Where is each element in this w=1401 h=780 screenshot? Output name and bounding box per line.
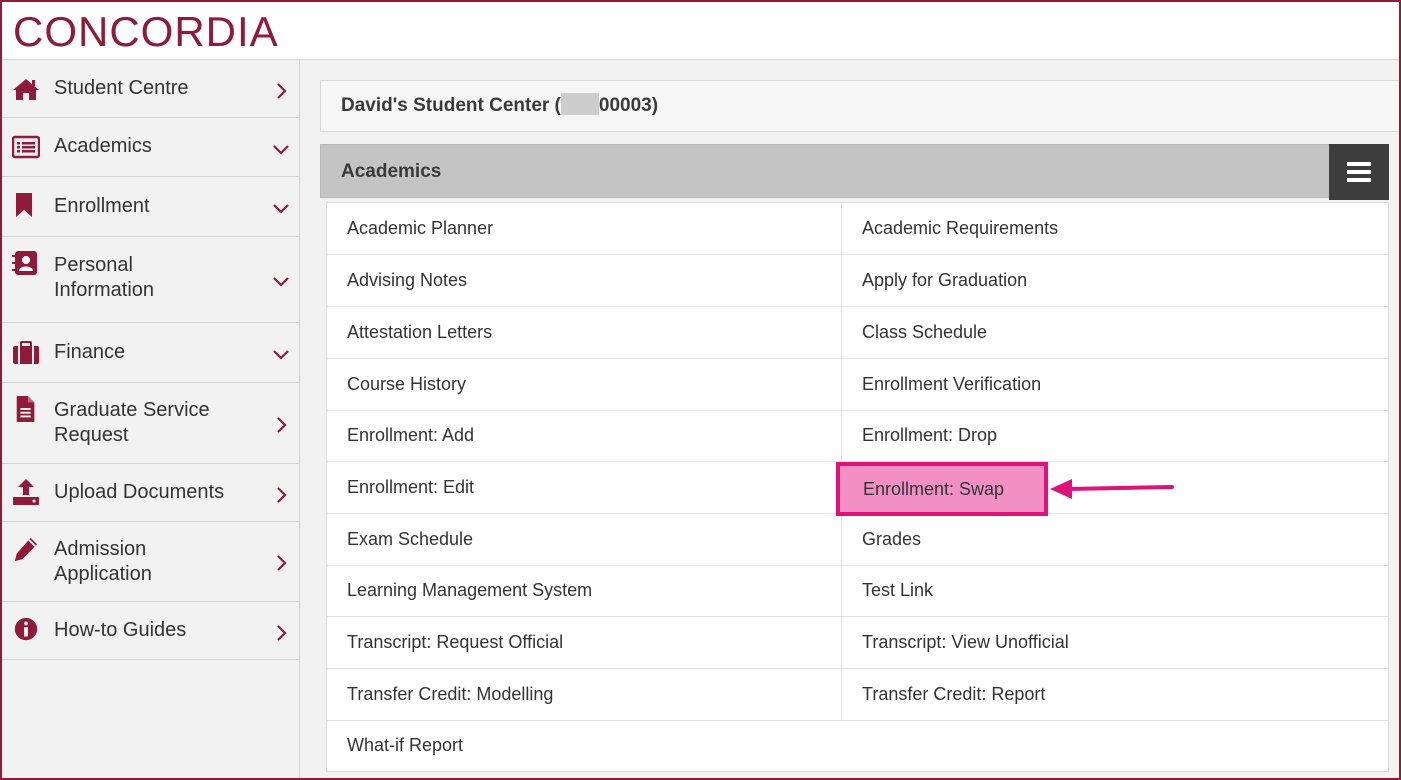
sidebar-item-label: Upload Documents [54,481,225,503]
sidebar-item-finance[interactable]: Finance [2,323,300,383]
annotation-arrow-icon [1050,479,1174,499]
chevron-right-icon [277,83,287,99]
link-enrollment-add[interactable]: Enrollment: Add [327,410,842,461]
student-center-title: David's Student Center ( [341,95,561,116]
link-academic-planner[interactable]: Academic Planner [327,203,842,254]
hamburger-icon-bar [1347,178,1371,182]
bookmark-icon [16,193,32,217]
academics-section-header: Academics [320,144,1389,200]
sidebar-item-label: How-to Guides [54,619,187,641]
link-exam-schedule[interactable]: Exam Schedule [327,514,842,565]
sidebar-item-label: Graduate Service Request [54,399,210,446]
table-row: Transfer Credit: Modelling Transfer Cred… [327,669,1388,721]
chevron-right-icon [277,417,287,433]
address-book-icon [12,251,37,275]
sidebar-item-graduate-service-request[interactable]: Graduate Service Request [2,383,300,464]
link-what-if-report[interactable]: What-if Report [327,720,842,771]
chevron-down-icon [273,145,289,155]
link-class-schedule[interactable]: Class Schedule [842,307,1388,358]
student-center-header: David's Student Center ( 00003) [320,80,1399,132]
upload-icon [13,479,39,505]
chevron-right-icon [277,555,287,571]
home-icon [13,79,39,100]
chevron-down-icon [273,277,289,287]
link-course-history[interactable]: Course History [327,359,842,410]
link-academic-requirements[interactable]: Academic Requirements [842,203,1388,254]
link-enrollment-edit[interactable]: Enrollment: Edit [327,462,842,513]
table-row: Transcript: Request Official Transcript:… [327,617,1388,669]
link-enrollment-verification[interactable]: Enrollment Verification [842,359,1388,410]
chevron-right-icon [277,487,287,503]
table-row: Enrollment: Add Enrollment: Drop [327,410,1388,462]
sidebar-item-label: Finance [54,341,126,363]
concordia-logo[interactable]: CONCORDIA [13,8,279,56]
sidebar-item-label: Personal Information [54,254,155,301]
sidebar-item-label: Academics [54,135,152,157]
hamburger-menu-button[interactable] [1329,144,1389,200]
sidebar: Student Centre Academics Enrollment Pers… [2,60,300,778]
link-enrollment-swap[interactable]: Enrollment: Swap [836,462,1048,516]
link-transcript-request-official[interactable]: Transcript: Request Official [327,617,842,668]
sidebar-item-label: Enrollment [54,195,150,217]
link-transfer-credit-modelling[interactable]: Transfer Credit: Modelling [327,669,842,720]
table-row: Learning Management System Test Link [327,565,1388,617]
sidebar-item-academics[interactable]: Academics [2,118,300,177]
table-row: Exam Schedule Grades [327,514,1388,566]
link-enrollment-drop[interactable]: Enrollment: Drop [842,410,1388,461]
link-apply-for-graduation[interactable]: Apply for Graduation [842,255,1388,306]
link-transcript-view-unofficial[interactable]: Transcript: View Unofficial [842,617,1388,668]
academics-title: Academics [341,161,442,182]
sidebar-item-how-to-guides[interactable]: How-to Guides [2,602,300,660]
info-icon [14,617,38,641]
sidebar-item-admission-application[interactable]: Admission Application [2,522,300,602]
table-row: Course History Enrollment Verification [327,359,1388,411]
table-row: Academic Planner Academic Requirements [327,203,1388,255]
sidebar-item-label: Student Centre [54,77,189,99]
redacted-id [560,93,599,115]
link-grades[interactable]: Grades [842,514,1388,565]
link-test-link[interactable]: Test Link [842,565,1388,616]
sidebar-item-enrollment[interactable]: Enrollment [2,177,300,237]
table-row: Attestation Letters Class Schedule [327,307,1388,359]
chevron-right-icon [277,625,287,641]
link-attestation-letters[interactable]: Attestation Letters [327,307,842,358]
link-transfer-credit-report[interactable]: Transfer Credit: Report [842,669,1388,720]
link-advising-notes[interactable]: Advising Notes [327,255,842,306]
student-id-suffix: 00003) [598,95,659,116]
sidebar-item-upload-documents[interactable]: Upload Documents [2,464,300,522]
sidebar-item-personal-information[interactable]: Personal Information [2,237,300,323]
chevron-down-icon [273,350,289,360]
top-header: CONCORDIA [2,2,1399,60]
sidebar-item-label: Admission Application [54,538,152,585]
sidebar-item-student-centre[interactable]: Student Centre [2,60,300,118]
pencil-icon [14,537,38,562]
document-icon [16,396,35,422]
table-row: What-if Report [327,720,1388,772]
chevron-down-icon [273,204,289,214]
briefcase-icon [13,341,39,364]
list-card-icon [12,135,40,159]
main-content: David's Student Center ( 00003) Academics… [300,60,1399,778]
hamburger-icon-bar [1347,170,1371,174]
hamburger-icon [1347,162,1371,166]
link-learning-management-system[interactable]: Learning Management System [327,565,842,616]
table-row: Advising Notes Apply for Graduation [327,255,1388,307]
